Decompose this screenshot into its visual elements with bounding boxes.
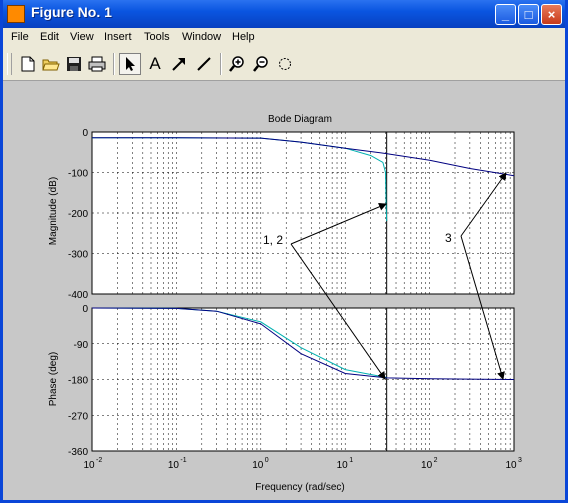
maximize-button[interactable]: □ xyxy=(518,4,539,25)
rotate-icon[interactable] xyxy=(274,53,296,75)
zoom-out-icon[interactable] xyxy=(250,53,272,75)
menu-bar: File Edit View Insert Tools Window Help xyxy=(3,28,565,48)
x-axis-label: Frequency (rad/sec) xyxy=(255,482,344,493)
new-file-icon[interactable] xyxy=(17,53,39,75)
save-icon[interactable] xyxy=(63,53,85,75)
x-tick-label: 10 xyxy=(83,460,95,471)
magnitude-axis-label: Magnitude (dB) xyxy=(48,177,59,245)
phase-axes: 0-90-180-270-36010 -2 10 -1 10 0 10 1 10 2 10 3 xyxy=(68,304,522,471)
magnitude-axes: 0 -100 -200 -300 -400 xyxy=(68,128,515,301)
x-tick-exponent: 3 xyxy=(518,457,522,464)
x-tick-label: 10 xyxy=(337,460,349,471)
menu-file[interactable]: File xyxy=(11,31,29,43)
phase-tick-label: 0 xyxy=(82,304,88,315)
bode-diagram: Bode Diagram Frequency (rad/sec) Magnitu… xyxy=(48,114,522,493)
toolbar-separator xyxy=(113,53,115,75)
line-icon[interactable] xyxy=(193,53,215,75)
x-tick-exponent: -1 xyxy=(180,457,186,464)
open-folder-icon[interactable] xyxy=(40,53,62,75)
phase-tick-label: -360 xyxy=(68,447,88,458)
annotation-label-3: 3 xyxy=(445,231,452,245)
select-arrow-icon[interactable] xyxy=(119,53,141,75)
title-bar[interactable]: Figure No. 1 _ □ × xyxy=(3,0,565,28)
zoom-in-icon[interactable] xyxy=(226,53,248,75)
figure-canvas: Bode Diagram Frequency (rad/sec) Magnitu… xyxy=(3,81,565,500)
annotation-label-1-2: 1, 2 xyxy=(263,233,283,247)
x-tick-exponent: 1 xyxy=(349,457,353,464)
text-icon[interactable]: A xyxy=(144,53,166,75)
magnitude-tick-label: 0 xyxy=(82,128,88,139)
window-title: Figure No. 1 xyxy=(31,4,112,20)
phase-tick-label: -180 xyxy=(68,376,88,387)
menu-tools[interactable]: Tools xyxy=(144,31,170,43)
toolbar-separator xyxy=(220,53,222,75)
matlab-icon xyxy=(7,5,25,23)
x-tick-exponent: 0 xyxy=(265,457,269,464)
figure-window: Figure No. 1 _ □ × File Edit View Insert… xyxy=(0,0,568,503)
x-tick-exponent: -2 xyxy=(96,457,102,464)
menu-insert[interactable]: Insert xyxy=(104,31,132,43)
magnitude-tick-label: -200 xyxy=(68,209,88,220)
menu-window[interactable]: Window xyxy=(182,31,221,43)
plot-title: Bode Diagram xyxy=(268,114,332,125)
magnitude-tick-label: -400 xyxy=(68,290,88,301)
toolbar: A xyxy=(3,48,565,81)
phase-tick-label: -90 xyxy=(74,340,89,351)
arrow-icon[interactable] xyxy=(168,53,190,75)
minimize-button[interactable]: _ xyxy=(495,4,516,25)
x-tick-label: 10 xyxy=(168,460,180,471)
toolbar-grip[interactable] xyxy=(7,53,12,75)
x-tick-label: 10 xyxy=(252,460,264,471)
magnitude-tick-label: -100 xyxy=(68,169,88,180)
x-tick-exponent: 2 xyxy=(434,457,438,464)
menu-edit[interactable]: Edit xyxy=(40,31,59,43)
x-tick-label: 10 xyxy=(505,460,517,471)
phase-tick-label: -270 xyxy=(68,411,88,422)
phase-axis-label: Phase (deg) xyxy=(48,352,59,406)
menu-help[interactable]: Help xyxy=(232,31,255,43)
x-tick-label: 10 xyxy=(421,460,433,471)
print-icon[interactable] xyxy=(86,53,108,75)
menu-view[interactable]: View xyxy=(70,31,94,43)
close-button[interactable]: × xyxy=(541,4,562,25)
magnitude-tick-label: -300 xyxy=(68,250,88,261)
